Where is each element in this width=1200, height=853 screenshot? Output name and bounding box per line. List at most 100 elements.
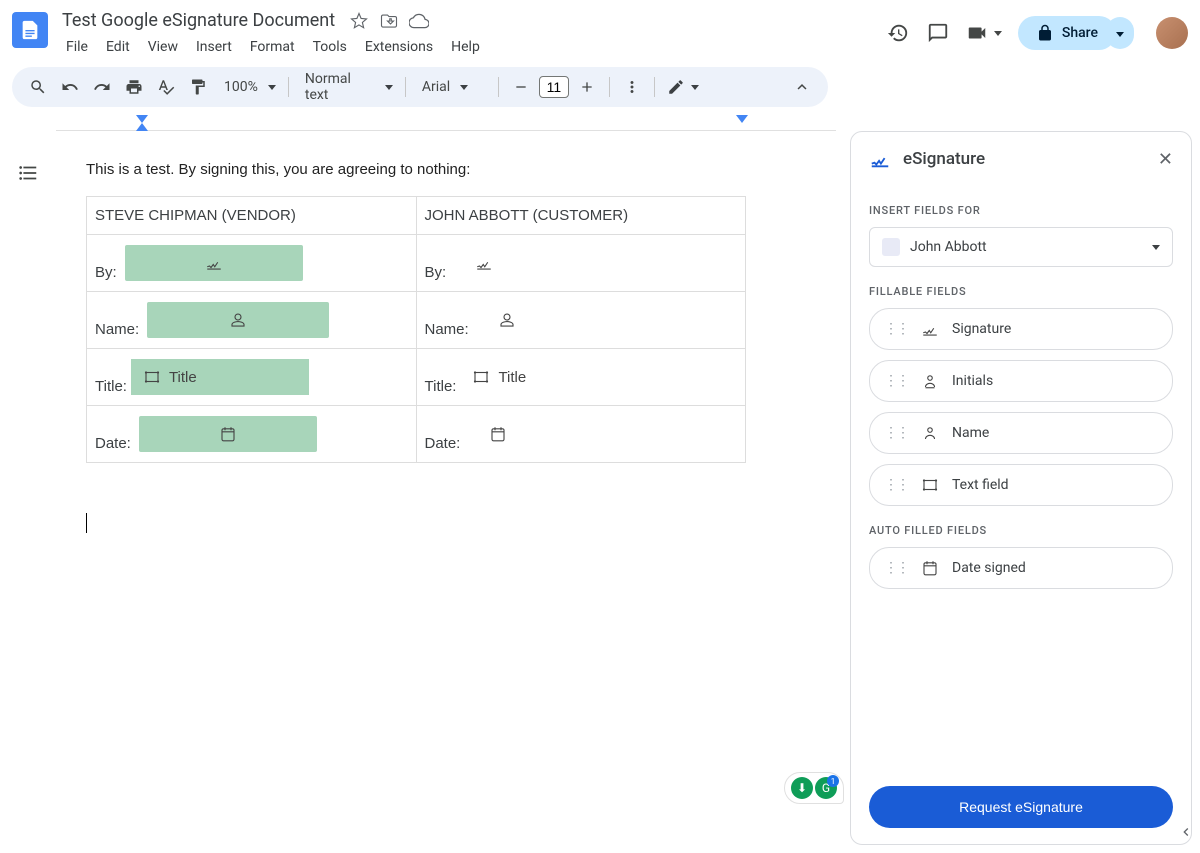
font-dropdown[interactable]: Arial xyxy=(414,79,490,95)
decrease-font-icon[interactable] xyxy=(507,73,535,101)
signature-table[interactable]: STEVE CHIPMAN (VENDOR) JOHN ABBOTT (CUST… xyxy=(86,196,746,463)
undo-icon[interactable] xyxy=(56,73,84,101)
menu-view[interactable]: View xyxy=(140,35,186,59)
grammarly-badge[interactable]: G1 xyxy=(815,777,837,799)
drag-handle-icon: ⋮⋮ xyxy=(884,321,908,337)
title-label: Title: xyxy=(95,378,127,395)
field-date-signed[interactable]: ⋮⋮ Date signed xyxy=(869,547,1173,589)
name-label: Name: xyxy=(425,321,469,338)
print-icon[interactable] xyxy=(120,73,148,101)
field-name[interactable]: ⋮⋮ Name xyxy=(869,412,1173,454)
editing-mode-dropdown[interactable] xyxy=(663,78,703,96)
cloud-icon[interactable] xyxy=(409,11,429,31)
field-text[interactable]: ⋮⋮ Text field xyxy=(869,464,1173,506)
menu-help[interactable]: Help xyxy=(443,35,488,59)
extension-badges[interactable]: ⬇ G1 xyxy=(784,772,844,804)
menu-edit[interactable]: Edit xyxy=(98,35,138,59)
menu-insert[interactable]: Insert xyxy=(188,35,240,59)
font-size-input[interactable] xyxy=(539,76,569,98)
document-title[interactable]: Test Google eSignature Document xyxy=(58,8,339,33)
person-icon xyxy=(229,311,247,329)
menu-bar: File Edit View Insert Format Tools Exten… xyxy=(58,35,886,59)
signer-color-chip xyxy=(882,238,900,256)
paint-format-icon[interactable] xyxy=(184,73,212,101)
lock-icon xyxy=(1036,24,1054,42)
move-icon[interactable] xyxy=(379,11,399,31)
document-canvas[interactable]: This is a test. By signing this, you are… xyxy=(56,131,850,853)
share-dropdown[interactable] xyxy=(1106,17,1134,49)
fillable-fields-label: FILLABLE FIELDS xyxy=(869,285,1173,298)
more-icon[interactable] xyxy=(618,73,646,101)
calendar-icon xyxy=(219,425,237,443)
date-field-vendor[interactable] xyxy=(139,416,317,452)
date-field-customer[interactable] xyxy=(468,416,528,452)
signature-icon xyxy=(475,254,493,272)
header-actions: Share xyxy=(886,8,1188,50)
docs-logo[interactable] xyxy=(12,12,48,48)
search-icon[interactable] xyxy=(24,73,52,101)
calendar-icon xyxy=(489,425,507,443)
ruler[interactable] xyxy=(56,115,836,131)
meet-button[interactable] xyxy=(966,22,1002,44)
zoom-dropdown[interactable]: 100% xyxy=(216,79,280,95)
user-avatar[interactable] xyxy=(1156,17,1188,49)
ruler-right-marker[interactable] xyxy=(736,115,748,123)
collapse-toolbar-icon[interactable] xyxy=(788,73,816,101)
increase-font-icon[interactable] xyxy=(573,73,601,101)
style-dropdown[interactable]: Normal text xyxy=(297,71,397,103)
esignature-icon xyxy=(869,148,891,170)
calendar-icon xyxy=(920,558,940,578)
history-icon[interactable] xyxy=(886,21,910,45)
spellcheck-icon[interactable] xyxy=(152,73,180,101)
pencil-icon xyxy=(667,78,685,96)
date-label: Date: xyxy=(425,435,461,452)
extension-badge[interactable]: ⬇ xyxy=(791,777,813,799)
ruler-indent-marker[interactable] xyxy=(136,123,148,131)
by-label: By: xyxy=(95,264,117,281)
signature-field-vendor[interactable] xyxy=(125,245,303,281)
redo-icon[interactable] xyxy=(88,73,116,101)
ruler-indent-marker[interactable] xyxy=(136,115,148,123)
drag-handle-icon: ⋮⋮ xyxy=(884,425,908,441)
signer-name: John Abbott xyxy=(910,239,1142,255)
field-signature[interactable]: ⋮⋮ Signature xyxy=(869,308,1173,350)
textbox-icon xyxy=(472,368,490,386)
signature-field-customer[interactable] xyxy=(454,245,514,281)
outline-toggle-icon[interactable] xyxy=(10,155,46,191)
insert-for-label: INSERT FIELDS FOR xyxy=(869,204,1173,217)
comment-icon[interactable] xyxy=(926,21,950,45)
title-label: Title: xyxy=(425,378,457,395)
signature-icon xyxy=(205,254,223,272)
menu-file[interactable]: File xyxy=(58,35,96,59)
date-label: Date: xyxy=(95,435,131,452)
name-field-customer[interactable] xyxy=(477,302,537,338)
chevron-down-icon xyxy=(1152,245,1160,250)
share-label: Share xyxy=(1062,25,1098,41)
name-field-vendor[interactable] xyxy=(147,302,329,338)
menu-tools[interactable]: Tools xyxy=(305,35,355,59)
name-label: Name: xyxy=(95,321,139,338)
close-icon[interactable]: ✕ xyxy=(1158,149,1173,170)
request-esignature-button[interactable]: Request eSignature xyxy=(869,786,1173,828)
vendor-header[interactable]: STEVE CHIPMAN (VENDOR) xyxy=(87,197,417,235)
star-icon[interactable] xyxy=(349,11,369,31)
menu-extensions[interactable]: Extensions xyxy=(357,35,441,59)
title-area: Test Google eSignature Document File Edi… xyxy=(58,8,886,59)
person-icon xyxy=(920,423,940,443)
title-field-customer[interactable]: Title xyxy=(460,359,538,395)
share-button[interactable]: Share xyxy=(1018,16,1116,50)
signer-dropdown[interactable]: John Abbott xyxy=(869,227,1173,267)
textbox-icon xyxy=(143,368,161,386)
menu-format[interactable]: Format xyxy=(242,35,303,59)
sidebar-title: eSignature xyxy=(903,149,1146,169)
esignature-sidebar: eSignature ✕ INSERT FIELDS FOR John Abbo… xyxy=(850,131,1192,845)
drag-handle-icon: ⋮⋮ xyxy=(884,477,908,493)
customer-header[interactable]: JOHN ABBOTT (CUSTOMER) xyxy=(416,197,746,235)
badge-count: 1 xyxy=(827,775,839,787)
person-icon xyxy=(498,311,516,329)
signature-icon xyxy=(920,319,940,339)
field-initials[interactable]: ⋮⋮ Initials xyxy=(869,360,1173,402)
title-field-vendor[interactable]: Title xyxy=(131,359,309,395)
intro-paragraph[interactable]: This is a test. By signing this, you are… xyxy=(86,161,786,178)
side-panel-toggle-icon[interactable] xyxy=(1174,820,1198,844)
